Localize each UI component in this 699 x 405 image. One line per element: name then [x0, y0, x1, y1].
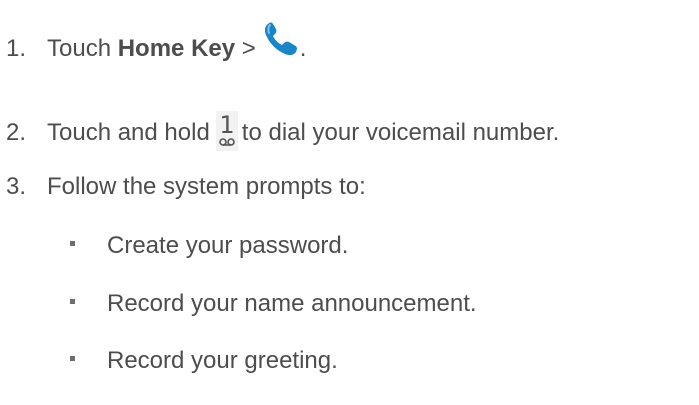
- step-2: 2. Touch and hold 1 to dial your voicema…: [0, 111, 560, 153]
- bullet-marker: [70, 240, 75, 246]
- phone-icon: [262, 20, 300, 58]
- list-item-text: Create your password.: [107, 232, 349, 259]
- home-key-label: Home Key: [117, 35, 236, 62]
- bullet-marker: [70, 355, 75, 361]
- list-item: Record your name announcement.: [70, 289, 477, 319]
- step-1: 1. Touch Home Key > .: [0, 22, 307, 68]
- list-item: Record your greeting.: [70, 346, 338, 376]
- step-3: 3. Follow the system prompts to:: [0, 172, 366, 202]
- step-text-after: to dial your voicemail number.: [241, 119, 560, 146]
- voicemail-key-icon: 1: [215, 111, 238, 151]
- step-number: 1.: [6, 35, 27, 62]
- step-number: 3.: [6, 173, 27, 200]
- list-item: Create your password.: [70, 231, 348, 261]
- key-digit: 1: [219, 111, 234, 139]
- step-text: Touch and hold: [47, 119, 210, 146]
- step-text: Touch: [47, 35, 118, 62]
- step-text-after: >: [235, 35, 256, 62]
- step-number: 2.: [6, 119, 27, 146]
- list-item-text: Record your name announcement.: [107, 290, 477, 317]
- step-end: .: [299, 35, 307, 62]
- bullet-marker: [70, 298, 75, 304]
- list-item-text: Record your greeting.: [107, 347, 338, 374]
- step-text: Follow the system prompts to:: [47, 173, 366, 200]
